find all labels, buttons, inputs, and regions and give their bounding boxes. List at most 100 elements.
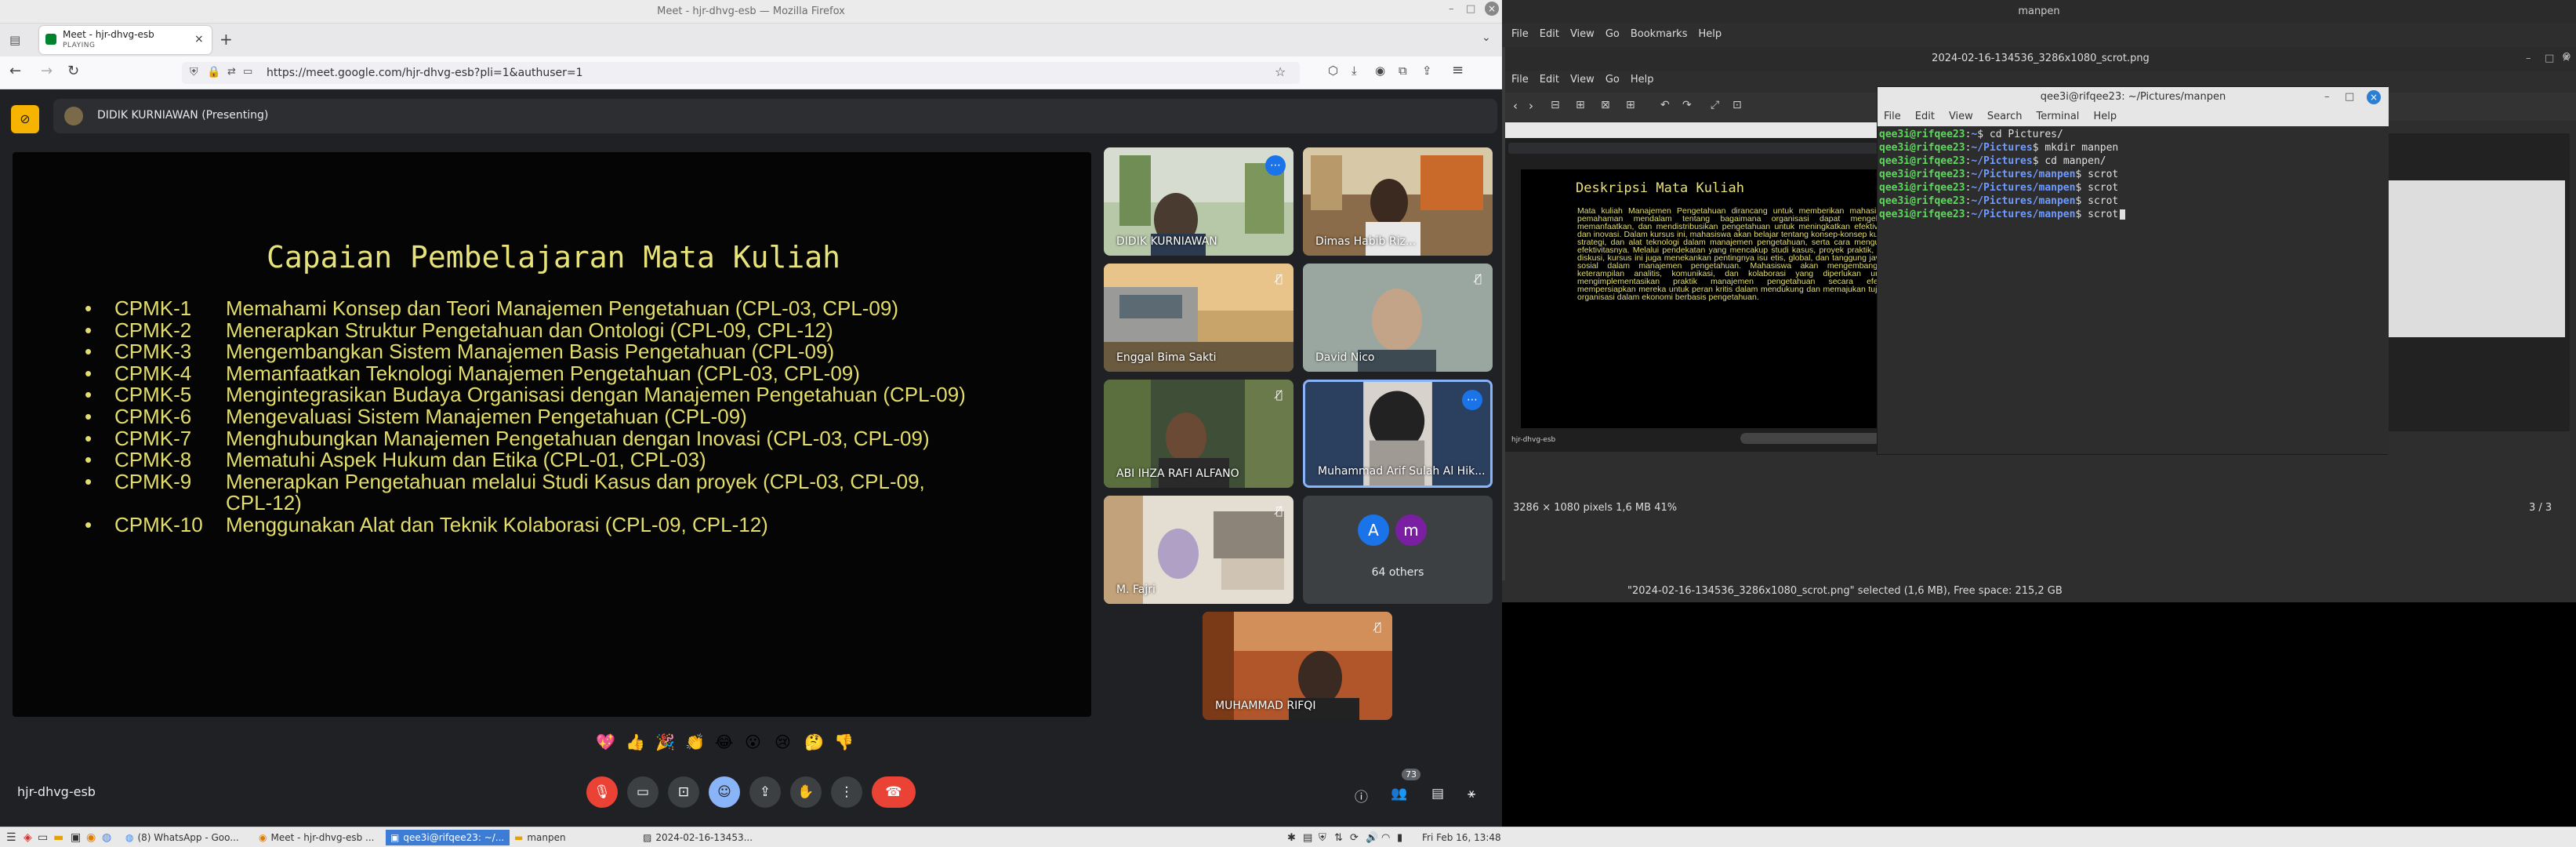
terminal-menu-item[interactable]: View — [1949, 111, 1973, 123]
participant-tile[interactable]: Dimas Habib Riz... — [1303, 147, 1493, 256]
next-icon[interactable]: › — [1529, 99, 1533, 113]
self-tile[interactable]: 🎙̸ MUHAMMAD RIFQI — [1203, 612, 1392, 720]
viewer-menu-item[interactable]: File — [1511, 28, 1529, 40]
forward-icon[interactable]: → — [41, 63, 53, 79]
reaction-emoji-button[interactable]: 😂 — [715, 732, 733, 751]
list-all-tabs-icon[interactable]: ⌄ — [1482, 31, 1491, 44]
bookmark-star-icon[interactable]: ☆ — [1275, 64, 1286, 79]
terminal-icon[interactable]: ▣ — [71, 830, 81, 845]
taskbar-item[interactable]: ▬ manpen — [514, 830, 640, 845]
url-bar[interactable]: ⛨ 🔒 ⇄ ▭ https://meet.google.com/hjr-dhvg… — [182, 62, 1300, 84]
stop-presenting-icon[interactable]: ⊘ — [11, 105, 39, 133]
rotate-right-icon[interactable]: ↷ — [1682, 99, 1692, 111]
chrome-icon[interactable]: ◍ — [102, 830, 111, 845]
extensions-icon[interactable]: ⧉ — [1399, 64, 1407, 78]
viewer-menu-item[interactable]: Help — [1698, 28, 1722, 40]
zoom-fill-icon[interactable]: ⊞ — [1626, 99, 1635, 111]
info-icon[interactable]: ⓘ — [1355, 786, 1368, 805]
reaction-emoji-button[interactable]: 👏 — [685, 732, 705, 751]
back-icon[interactable]: ← — [9, 63, 21, 79]
leave-call-button[interactable]: ☎ — [872, 776, 916, 808]
account-icon[interactable]: ◉ — [1375, 64, 1385, 78]
maximize-button[interactable]: □ — [2545, 47, 2554, 71]
rotate-left-icon[interactable]: ↶ — [1660, 99, 1670, 111]
pocket-icon[interactable]: ⬡ — [1328, 64, 1338, 78]
menu-hamburger-icon[interactable]: ≡ — [1452, 62, 1464, 78]
network-icon[interactable]: ⇅ — [1334, 830, 1343, 845]
menu-icon[interactable]: ☰ — [6, 830, 16, 845]
taskbar-item[interactable]: ◉ Meet - hjr-dhvg-esb ... — [259, 830, 384, 845]
participant-tile[interactable]: ⋯ DIDIK KURNIAWAN — [1104, 147, 1293, 256]
participant-tile-active[interactable]: ⋯ Muhammad Arif Sulah Al Hik... — [1303, 380, 1493, 488]
reaction-emoji-button[interactable]: 😢 — [775, 732, 791, 751]
more-options-icon[interactable]: ⋯ — [1265, 155, 1286, 176]
captions-button[interactable]: ⊡ — [668, 776, 699, 808]
viewer-menu-item[interactable]: Edit — [1540, 28, 1559, 40]
taskbar-item-active[interactable]: ▣ qee3i@rifqee23: ~/... — [386, 830, 510, 845]
camera-indicator-icon[interactable]: ▭ — [243, 66, 252, 78]
reaction-emoji-button[interactable]: 🎉 — [655, 732, 675, 751]
files-icon[interactable]: ▭ — [38, 830, 48, 845]
maximize-button[interactable]: □ — [2345, 87, 2354, 107]
terminal-window[interactable]: qee3i@rifqee23: ~/Pictures/manpen – □ × … — [1877, 86, 2389, 455]
reload-icon[interactable]: ↻ — [67, 63, 79, 79]
tab-meet[interactable]: Meet - hjr-dhvg-esb PLAYING × — [39, 26, 212, 54]
minimize-button[interactable]: – — [1449, 3, 1454, 15]
shield-icon[interactable]: ⛨ — [190, 66, 198, 78]
battery-icon[interactable]: ▮ — [1397, 830, 1402, 845]
reaction-emoji-button[interactable]: 😮 — [745, 732, 761, 751]
zoom-out-icon[interactable]: ⊟ — [1551, 99, 1560, 111]
app-launcher-icon[interactable]: ◈ — [24, 830, 32, 845]
participant-tile[interactable]: 🎙̸ ABI IHZA RAFI ALFANO — [1104, 380, 1293, 488]
wifi-icon[interactable]: ◠ — [1381, 830, 1390, 845]
viewer-inner-menu-item[interactable]: Help — [1631, 74, 1654, 85]
previous-icon[interactable]: ‹ — [1513, 99, 1518, 113]
terminal-menu-item[interactable]: Edit — [1915, 111, 1935, 123]
participant-tile[interactable]: 🎙̸ Enggal Bima Sakti — [1104, 264, 1293, 372]
people-icon[interactable]: 👥 — [1391, 786, 1407, 802]
viewer-inner-menu-item[interactable]: View — [1570, 74, 1595, 85]
mic-off-button[interactable]: 🎙 — [586, 776, 618, 808]
tab-close-icon[interactable]: × — [194, 33, 204, 45]
terminal-menu-item[interactable]: Terminal — [2036, 111, 2079, 123]
clipboard-icon[interactable]: ▤ — [1303, 830, 1312, 845]
activities-icon[interactable]: ⚹ — [1468, 786, 1475, 802]
new-tab-icon[interactable]: + — [220, 30, 233, 49]
raise-hand-button[interactable]: ✋ — [790, 776, 822, 808]
slideshow-icon[interactable]: ⊡ — [1732, 99, 1742, 111]
share-icon[interactable]: ⇪ — [1422, 64, 1432, 78]
maximize-button[interactable]: □ — [1466, 3, 1475, 15]
reactions-button[interactable]: ☺ — [709, 776, 740, 808]
fullscreen-icon[interactable]: ⤢ — [1711, 99, 1719, 111]
lock-icon[interactable]: 🔒 — [207, 66, 220, 78]
tab-list-icon[interactable]: ▤ — [9, 33, 20, 47]
close-button[interactable]: ⊗ — [2562, 50, 2571, 63]
viewer-menu-item[interactable]: Go — [1605, 28, 1620, 40]
viewer-inner-menu-item[interactable]: Go — [1605, 74, 1620, 85]
reaction-emoji-button[interactable]: 👍 — [626, 732, 645, 751]
reaction-emoji-button[interactable]: 👎 — [834, 732, 854, 751]
shield-icon[interactable]: ⛨ — [1319, 830, 1326, 845]
bluetooth-icon[interactable]: ✱ — [1287, 830, 1296, 845]
url-text[interactable]: https://meet.google.com/hjr-dhvg-esb?pli… — [267, 67, 583, 79]
folder-icon[interactable]: ▬ — [53, 830, 63, 845]
zoom-fit-icon[interactable]: ⊠ — [1601, 99, 1610, 111]
participant-tile[interactable]: 🎙̸ M. Fajri — [1104, 496, 1293, 604]
chat-icon[interactable]: ▤ — [1431, 786, 1444, 802]
viewer-inner-menu-item[interactable]: Edit — [1540, 74, 1559, 85]
terminal-menu-item[interactable]: File — [1884, 111, 1901, 123]
more-options-icon[interactable]: ⋯ — [1462, 390, 1482, 410]
camera-button[interactable]: ▭ — [627, 776, 659, 808]
viewer-menu-item[interactable]: View — [1570, 28, 1595, 40]
zoom-in-icon[interactable]: ⊞ — [1576, 99, 1585, 111]
present-button[interactable]: ⇪ — [749, 776, 781, 808]
permissions-icon[interactable]: ⇄ — [227, 66, 236, 78]
minimize-button[interactable]: – — [2526, 47, 2531, 71]
taskbar-item[interactable]: ◍ (8) WhatsApp - Goo... — [125, 830, 255, 845]
terminal-menu-item[interactable]: Help — [2093, 111, 2117, 123]
download-icon[interactable]: ⤓ — [1351, 64, 1357, 78]
taskbar-item[interactable]: ▨ 2024-02-16-13453... — [643, 830, 772, 845]
terminal-menu-item[interactable]: Search — [1987, 111, 2023, 123]
close-button[interactable]: × — [2367, 90, 2381, 104]
close-button[interactable]: × — [1485, 2, 1499, 16]
